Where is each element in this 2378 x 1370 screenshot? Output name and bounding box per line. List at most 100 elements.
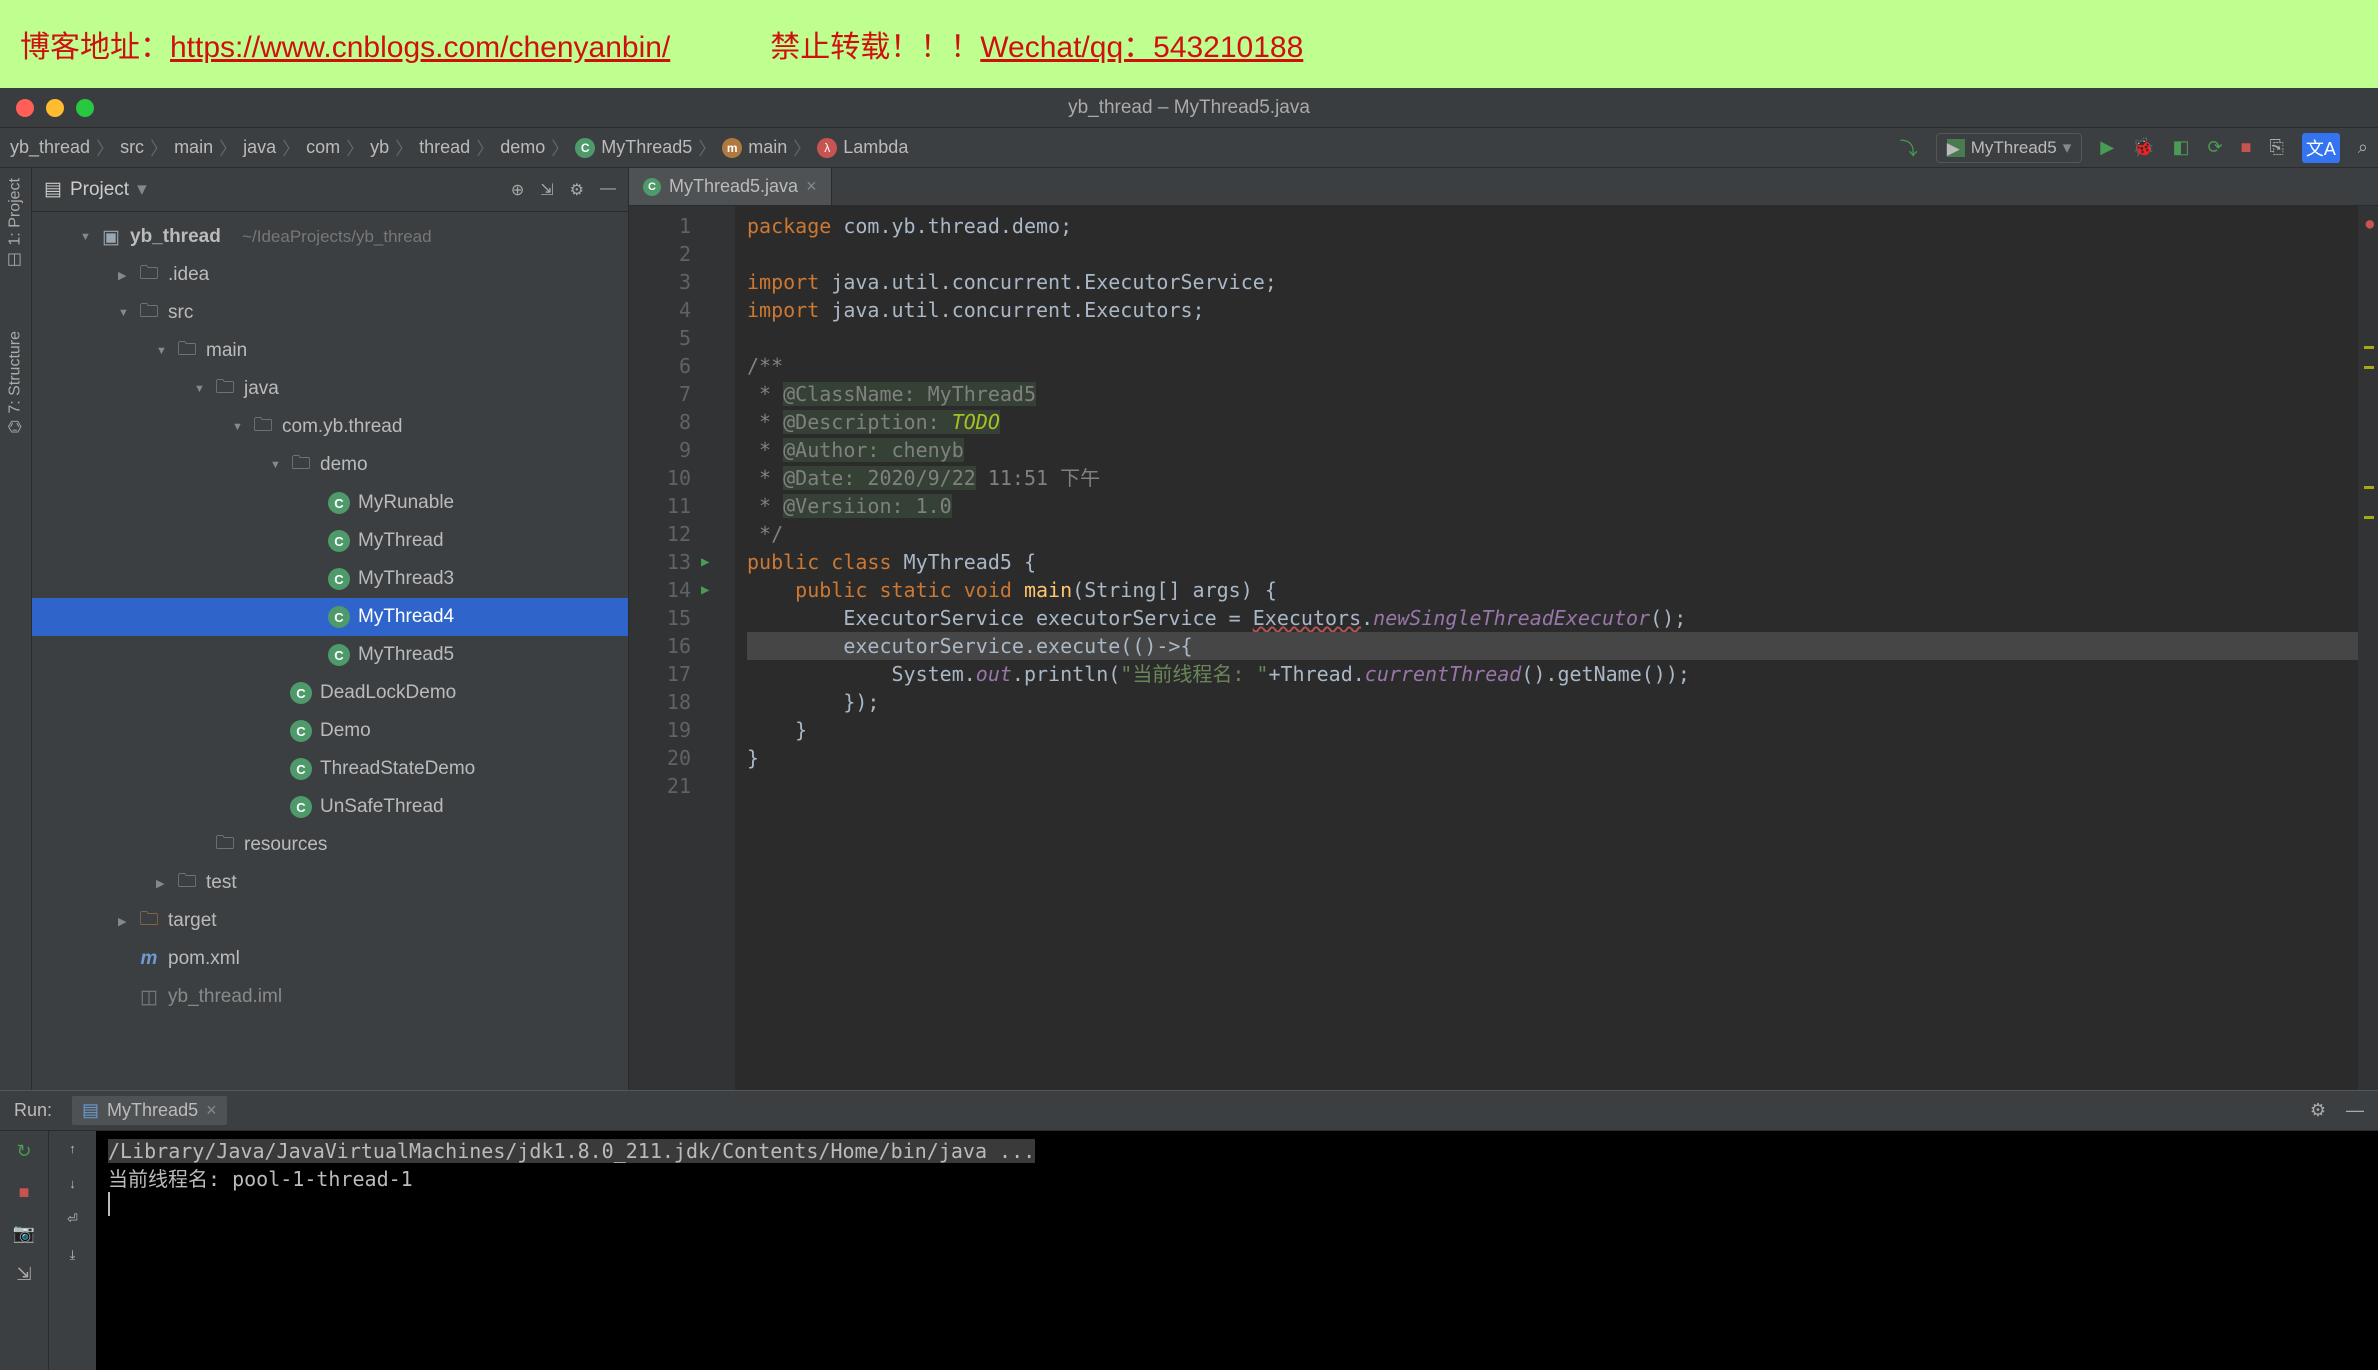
coverage-button[interactable]: ◧ xyxy=(2173,137,2190,158)
tree-folder-target[interactable]: ▶🗀target xyxy=(32,902,628,940)
blog-url: https://www.cnblogs.com/chenyanbin/ xyxy=(170,31,670,64)
run-tab[interactable]: ▤ MyThread5 × xyxy=(72,1096,227,1125)
sidebar-title[interactable]: ▤ Project ▾ xyxy=(44,178,147,201)
hide-icon[interactable]: — xyxy=(2346,1100,2364,1121)
tree-class[interactable]: CDemo xyxy=(32,712,628,750)
crumb[interactable]: thread xyxy=(419,137,470,158)
structure-tool-tab[interactable]: ⌬7: Structure xyxy=(6,331,25,434)
error-indicator-icon[interactable]: ● xyxy=(2366,210,2374,238)
crumb[interactable]: main xyxy=(748,137,787,158)
layout-button[interactable]: ⇲ xyxy=(16,1264,31,1285)
tree-class[interactable]: CMyRunable xyxy=(32,484,628,522)
stop-button[interactable]: ■ xyxy=(19,1182,30,1203)
breadcrumb[interactable]: yb_thread〉 src〉 main〉 java〉 com〉 yb〉 thr… xyxy=(10,135,908,161)
warning-mark[interactable] xyxy=(2364,366,2374,369)
run-button[interactable]: ▶ xyxy=(2100,137,2114,158)
tree-class[interactable]: CThreadStateDemo xyxy=(32,750,628,788)
tree-class[interactable]: CDeadLockDemo xyxy=(32,674,628,712)
tree-folder-test[interactable]: ▶🗀test xyxy=(32,864,628,902)
code-area[interactable]: 1 2 3 4 5 6 7 8 9 10 11 12 13 14 15 16 1… xyxy=(629,206,2378,1090)
toolbar-right: ⤵ ▶ MyThread5 ▾ ▶ 🐞 ◧ ⟳ ■ ⎘ 文A ⌕ xyxy=(1900,133,2368,163)
crumb[interactable]: main xyxy=(174,137,213,158)
tree-class-selected[interactable]: CMyThread4 xyxy=(32,598,628,636)
run-toolbar-primary: ↻ ■ 📷 ⇲ xyxy=(0,1131,48,1370)
tree-folder-demo[interactable]: ▼🗀demo xyxy=(32,446,628,484)
profile-button[interactable]: ⟳ xyxy=(2208,137,2223,158)
crumb[interactable]: Lambda xyxy=(843,137,908,158)
tree-folder-main[interactable]: ▼🗀main xyxy=(32,332,628,370)
crumb[interactable]: yb_thread xyxy=(10,137,90,158)
warning-mark[interactable] xyxy=(2364,346,2374,349)
minimize-window-button[interactable] xyxy=(46,99,64,117)
tree-file-iml[interactable]: ◫yb_thread.iml xyxy=(32,978,628,1016)
method-icon: m xyxy=(722,138,742,158)
close-window-button[interactable] xyxy=(16,99,34,117)
translate-button[interactable]: 文A xyxy=(2302,133,2340,163)
watermark-banner: 博客地址：https://www.cnblogs.com/chenyanbin/… xyxy=(0,0,2378,88)
crumb[interactable]: MyThread5 xyxy=(601,137,692,158)
class-icon: C xyxy=(643,178,661,196)
lambda-icon: λ xyxy=(817,138,837,158)
close-tab-icon[interactable]: × xyxy=(806,176,817,197)
down-button[interactable]: ↓ xyxy=(69,1176,76,1191)
tree-class[interactable]: CUnSafeThread xyxy=(32,788,628,826)
blog-label: 博客地址： xyxy=(20,31,170,64)
run-gutter-icon[interactable]: ▶ xyxy=(701,548,709,576)
run-toolbar-secondary: ↑ ↓ ⏎ ⤓ xyxy=(48,1131,96,1370)
tree-class[interactable]: CMyThread5 xyxy=(32,636,628,674)
scroll-button[interactable]: ⤓ xyxy=(70,1247,76,1263)
settings-icon[interactable]: ⚙ xyxy=(570,180,584,200)
tree-folder-idea[interactable]: ▶🗀.idea xyxy=(32,256,628,294)
build-icon[interactable]: ⤵ xyxy=(1900,135,1918,161)
up-button[interactable]: ↑ xyxy=(69,1141,76,1156)
camera-button[interactable]: 📷 xyxy=(13,1223,35,1244)
code-content[interactable]: package com.yb.thread.demo; import java.… xyxy=(735,206,2358,1090)
project-tree[interactable]: ▼▣yb_thread ~/IdeaProjects/yb_thread ▶🗀.… xyxy=(32,212,628,1090)
settings-icon[interactable]: ⚙ xyxy=(2310,1100,2326,1121)
tree-class[interactable]: CMyThread3 xyxy=(32,560,628,598)
run-gutter-icon[interactable]: ▶ xyxy=(701,576,709,604)
warning-mark[interactable] xyxy=(2364,486,2374,489)
crumb[interactable]: com xyxy=(306,137,340,158)
tree-file-pom[interactable]: mpom.xml xyxy=(32,940,628,978)
notice: 禁止转载！！！ xyxy=(770,31,980,64)
window-controls xyxy=(0,99,94,117)
run-panel-header: Run: ▤ MyThread5 × ⚙ — xyxy=(0,1091,2378,1131)
crumb[interactable]: src xyxy=(120,137,144,158)
tree-class[interactable]: CMyThread xyxy=(32,522,628,560)
maximize-window-button[interactable] xyxy=(76,99,94,117)
warning-mark[interactable] xyxy=(2364,516,2374,519)
tree-folder-resources[interactable]: 🗀resources xyxy=(32,826,628,864)
tree-folder-src[interactable]: ▼🗀src xyxy=(32,294,628,332)
crumb[interactable]: yb xyxy=(370,137,389,158)
run-panel: Run: ▤ MyThread5 × ⚙ — ↻ ■ 📷 ⇲ ↑ ↓ ⏎ ⤓ /… xyxy=(0,1090,2378,1370)
contact: Wechat/qq：543210188 xyxy=(980,31,1303,64)
run-tab-icon: ▤ xyxy=(82,1100,99,1121)
rerun-button[interactable]: ↻ xyxy=(16,1141,31,1162)
locate-icon[interactable]: ⊕ xyxy=(511,180,524,200)
tree-package[interactable]: ▼🗀com.yb.thread xyxy=(32,408,628,446)
run-config-selector[interactable]: ▶ MyThread5 ▾ xyxy=(1936,133,2083,163)
editor: C MyThread5.java × 1 2 3 4 5 6 7 8 9 10 … xyxy=(629,168,2378,1090)
close-icon[interactable]: × xyxy=(206,1100,217,1121)
project-tool-tab[interactable]: ◫1: Project xyxy=(6,178,25,271)
main-area: ◫1: Project ⌬7: Structure ▤ Project ▾ ⊕ … xyxy=(0,168,2378,1090)
vcs-button[interactable]: ⎘ xyxy=(2269,137,2283,158)
collapse-icon[interactable]: ⇲ xyxy=(540,180,553,200)
wrap-button[interactable]: ⏎ xyxy=(67,1211,78,1227)
stop-button[interactable]: ■ xyxy=(2241,137,2252,158)
debug-button[interactable]: 🐞 xyxy=(2132,137,2154,158)
left-tool-tabs: ◫1: Project ⌬7: Structure xyxy=(0,168,32,1090)
search-button[interactable]: ⌕ xyxy=(2358,137,2368,158)
error-stripe[interactable]: ● xyxy=(2358,206,2378,1090)
crumb[interactable]: demo xyxy=(500,137,545,158)
console-output[interactable]: /Library/Java/JavaVirtualMachines/jdk1.8… xyxy=(96,1131,2378,1370)
tree-folder-java[interactable]: ▼🗀java xyxy=(32,370,628,408)
crumb[interactable]: java xyxy=(243,137,276,158)
gutter-marks[interactable]: ▶ ▶ xyxy=(701,206,735,1090)
tree-root[interactable]: ▼▣yb_thread ~/IdeaProjects/yb_thread xyxy=(32,218,628,256)
run-body: ↻ ■ 📷 ⇲ ↑ ↓ ⏎ ⤓ /Library/Java/JavaVirtua… xyxy=(0,1131,2378,1370)
dropdown-icon: ▾ xyxy=(2063,138,2072,158)
editor-tab-active[interactable]: C MyThread5.java × xyxy=(629,168,832,205)
hide-icon[interactable]: — xyxy=(600,180,616,200)
